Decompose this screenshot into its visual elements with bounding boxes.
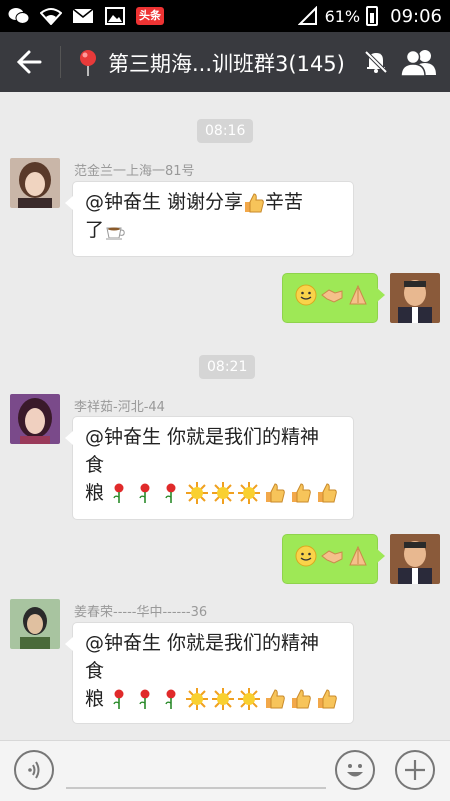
plus-icon[interactable] bbox=[395, 750, 435, 790]
rose-icon bbox=[108, 688, 130, 710]
back-arrow-icon[interactable] bbox=[12, 46, 46, 78]
thumbs-up-icon bbox=[290, 482, 312, 504]
avatar-self[interactable] bbox=[390, 273, 440, 323]
rose-icon bbox=[160, 482, 182, 504]
message-bubble[interactable]: @钟奋生 你就是我们的精神 食 粮 bbox=[65, 416, 354, 520]
toutiao-icon: 头条 bbox=[136, 7, 164, 25]
message-bubble[interactable]: @钟奋生 你就是我们的精神 食 粮 bbox=[65, 622, 354, 724]
message-input[interactable] bbox=[66, 787, 326, 789]
sun-icon bbox=[186, 482, 209, 504]
message-text: @钟奋生 你就是我们的精神 bbox=[85, 632, 320, 654]
message-text-line2: 食 bbox=[85, 660, 105, 682]
wifi-icon bbox=[40, 5, 62, 27]
pray-icon bbox=[347, 284, 369, 306]
time-badge: 08:21 bbox=[199, 355, 256, 379]
smile-icon bbox=[295, 284, 317, 306]
message-text: @钟奋生 你就是我们的精神 bbox=[85, 426, 320, 448]
message-bubble-outgoing[interactable] bbox=[282, 273, 385, 323]
sender-name: 姜春荣-----华中------36 bbox=[74, 605, 208, 620]
pray-icon bbox=[347, 545, 369, 567]
chat-header: 第三期海...训班群3(145) bbox=[0, 32, 450, 92]
page-title: 第三期海...训班群3(145) bbox=[108, 52, 345, 76]
sun-icon bbox=[212, 482, 235, 504]
time-badge: 08:16 bbox=[197, 119, 254, 143]
status-bar: 头条 61% 09:06 bbox=[0, 0, 450, 32]
thumbs-up-icon bbox=[316, 482, 338, 504]
input-bar bbox=[0, 740, 450, 801]
message-text: @钟奋生 谢谢分享 bbox=[85, 191, 244, 213]
message-text-line2: 食 bbox=[85, 454, 105, 476]
mute-bell-icon bbox=[362, 48, 390, 76]
sun-icon bbox=[238, 688, 261, 710]
clock-time: 09:06 bbox=[390, 5, 442, 27]
sun-icon bbox=[212, 688, 235, 710]
mail-icon bbox=[72, 5, 94, 27]
header-divider bbox=[60, 46, 61, 78]
rose-icon bbox=[134, 482, 156, 504]
rose-icon bbox=[134, 688, 156, 710]
avatar[interactable] bbox=[10, 158, 60, 208]
sender-name: 李祥茹-河北-44 bbox=[74, 400, 165, 415]
handshake-icon bbox=[321, 284, 343, 306]
chat-area[interactable]: 08:16 范金兰一上海一81号 @钟奋生 谢谢分享 辛苦 了 08:21 李祥茹… bbox=[0, 92, 450, 740]
thumbs-up-icon bbox=[243, 192, 265, 214]
rose-icon bbox=[160, 688, 182, 710]
wechat-icon bbox=[8, 5, 30, 27]
smile-icon bbox=[295, 545, 317, 567]
sender-name: 范金兰一上海一81号 bbox=[74, 164, 195, 179]
avatar[interactable] bbox=[10, 599, 60, 649]
voice-icon[interactable] bbox=[14, 750, 54, 790]
thumbs-up-icon bbox=[290, 688, 312, 710]
message-text-line3: 粮 bbox=[85, 482, 105, 504]
message-bubble[interactable]: @钟奋生 谢谢分享 辛苦 了 bbox=[65, 181, 354, 257]
battery-percent: 61% bbox=[324, 6, 361, 26]
sun-icon bbox=[238, 482, 261, 504]
avatar[interactable] bbox=[10, 394, 60, 444]
avatar-self[interactable] bbox=[390, 534, 440, 584]
location-pin-icon bbox=[78, 49, 98, 77]
rose-icon bbox=[108, 482, 130, 504]
thumbs-up-icon bbox=[316, 688, 338, 710]
group-members-icon[interactable] bbox=[400, 47, 438, 77]
battery-icon bbox=[366, 6, 379, 26]
message-text-tail: 辛苦 bbox=[265, 191, 304, 213]
sun-icon bbox=[186, 688, 209, 710]
handshake-icon bbox=[321, 545, 343, 567]
image-icon bbox=[104, 5, 126, 27]
signal-icon bbox=[297, 5, 319, 27]
thumbs-up-icon bbox=[264, 688, 286, 710]
coffee-icon bbox=[104, 220, 126, 242]
message-bubble-outgoing[interactable] bbox=[282, 534, 385, 584]
emoji-icon[interactable] bbox=[335, 750, 375, 790]
message-text-line2: 了 bbox=[85, 219, 105, 241]
message-text-line3: 粮 bbox=[85, 688, 105, 710]
thumbs-up-icon bbox=[264, 482, 286, 504]
